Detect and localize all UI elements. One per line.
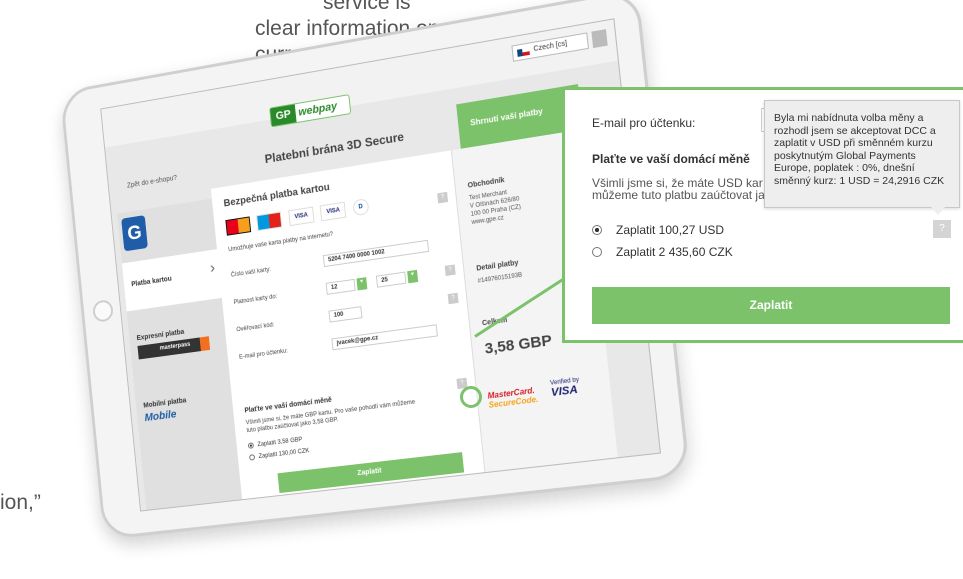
chevron-right-icon: › (209, 259, 216, 277)
radio-unselected-icon (592, 247, 602, 257)
payment-detail-label: Detail platby (476, 259, 519, 273)
logo-gp: GP (270, 104, 297, 127)
language-dropdown-button[interactable] (591, 29, 608, 49)
logo-webpay: webpay (297, 100, 338, 119)
visa-logo: VISA (288, 206, 315, 227)
expiry-month-dropdown-icon[interactable]: ▾ (356, 277, 368, 291)
cvc-label: Ověřovací kód: (236, 322, 275, 334)
help-icon[interactable]: ? (437, 191, 449, 204)
language-label: Czech [cs] (533, 40, 568, 54)
bg-line: service is (323, 0, 411, 14)
nav-card-label: Platba kartou (131, 275, 173, 289)
nav-express-payment[interactable]: Expresní platba masterpass (128, 315, 227, 368)
mastercard-logo-icon (225, 216, 252, 236)
nav-card-payment[interactable]: Platba kartou › (121, 249, 222, 312)
callout-ring (460, 386, 482, 408)
total-amount: 3,58 GBP (483, 331, 553, 358)
radio-unselected-icon (248, 454, 256, 461)
email-input[interactable]: jvacek@gpe.cz (331, 324, 438, 351)
help-icon[interactable]: ? (447, 292, 459, 305)
pay-button[interactable]: Zaplatit (277, 452, 465, 494)
gp-g-logo-icon: G (121, 215, 148, 252)
card-payment-form: Bezpečná platba kartou VISA VISA D ? Umo… (210, 150, 486, 511)
zoomed-dcc-panel: E-mail pro účtenku: Plaťte ve vaší domác… (562, 87, 963, 343)
zoom-option-usd[interactable]: Zaplatit 100,27 USD (592, 223, 724, 237)
expiry-month-select[interactable]: 12 (325, 278, 356, 295)
expiry-year-dropdown-icon[interactable]: ▾ (407, 269, 419, 284)
zoom-option-label: Zaplatit 100,27 USD (616, 223, 725, 237)
card-number-label: Číslo vaší karty: (230, 266, 272, 279)
masterpass-text: masterpass (159, 341, 191, 352)
vbv-line2: VISA (550, 383, 579, 400)
masterpass-arrow-icon (199, 336, 211, 352)
verified-by-visa-logo: Verified by VISA (550, 376, 581, 400)
option-label: Zaplatit 130,00 CZK (258, 448, 310, 461)
maestro-logo-icon (256, 211, 283, 231)
currency-option-czk[interactable]: Zaplatit 130,00 CZK (248, 448, 310, 462)
zoom-option-label: Zaplatit 2 435,60 CZK (616, 245, 733, 259)
card-number-input[interactable]: 5204 7400 0000 1002 (322, 239, 430, 268)
mastercard-securecode-logo: MasterCard. SecureCode. (487, 385, 539, 410)
radio-selected-icon (247, 442, 255, 449)
email-label: E-mail pro účtenku: (238, 348, 289, 361)
expiry-year-select[interactable]: 25 (375, 271, 407, 288)
dcc-help-icon[interactable]: ? (933, 220, 951, 238)
zoom-home-currency-title: Plaťte ve vaší domácí měně (592, 152, 750, 166)
background-copy-bottom: ion,” (0, 491, 41, 514)
help-icon[interactable]: ? (444, 264, 456, 276)
currency-option-gbp[interactable]: Zaplatit 3,58 GBP (247, 436, 303, 449)
back-to-eshop-link[interactable]: Zpět do e-shopu? (127, 175, 178, 190)
expiry-label: Platnost karty do: (233, 293, 278, 306)
zoom-pay-button[interactable]: Zaplatit (592, 287, 950, 324)
czech-flag-icon (516, 47, 530, 57)
language-select[interactable]: Czech [cs] (511, 32, 589, 62)
merchant-details: Test Merchant V Olšinách 626/80 100 00 P… (468, 189, 522, 227)
tablet-home-button (92, 298, 114, 323)
payment-detail-id: #14976015193B (477, 272, 523, 285)
merchant-label: Obchodník (467, 176, 505, 190)
cvc-input[interactable]: 100 (328, 306, 363, 323)
zoom-option-czk[interactable]: Zaplatit 2 435,60 CZK (592, 245, 733, 259)
diners-club-logo-icon: D (352, 198, 370, 217)
nav-mobile-payment[interactable]: Mobilní platba Mobile (135, 384, 234, 433)
dcc-tooltip: Byla mi nabídnuta volba měny a rozhodl j… (764, 100, 960, 215)
option-label: Zaplatit 3,58 GBP (257, 437, 303, 449)
visa-electron-logo: VISA (319, 201, 347, 222)
radio-selected-icon (592, 225, 602, 235)
zoom-email-label: E-mail pro účtenku: (592, 116, 696, 130)
